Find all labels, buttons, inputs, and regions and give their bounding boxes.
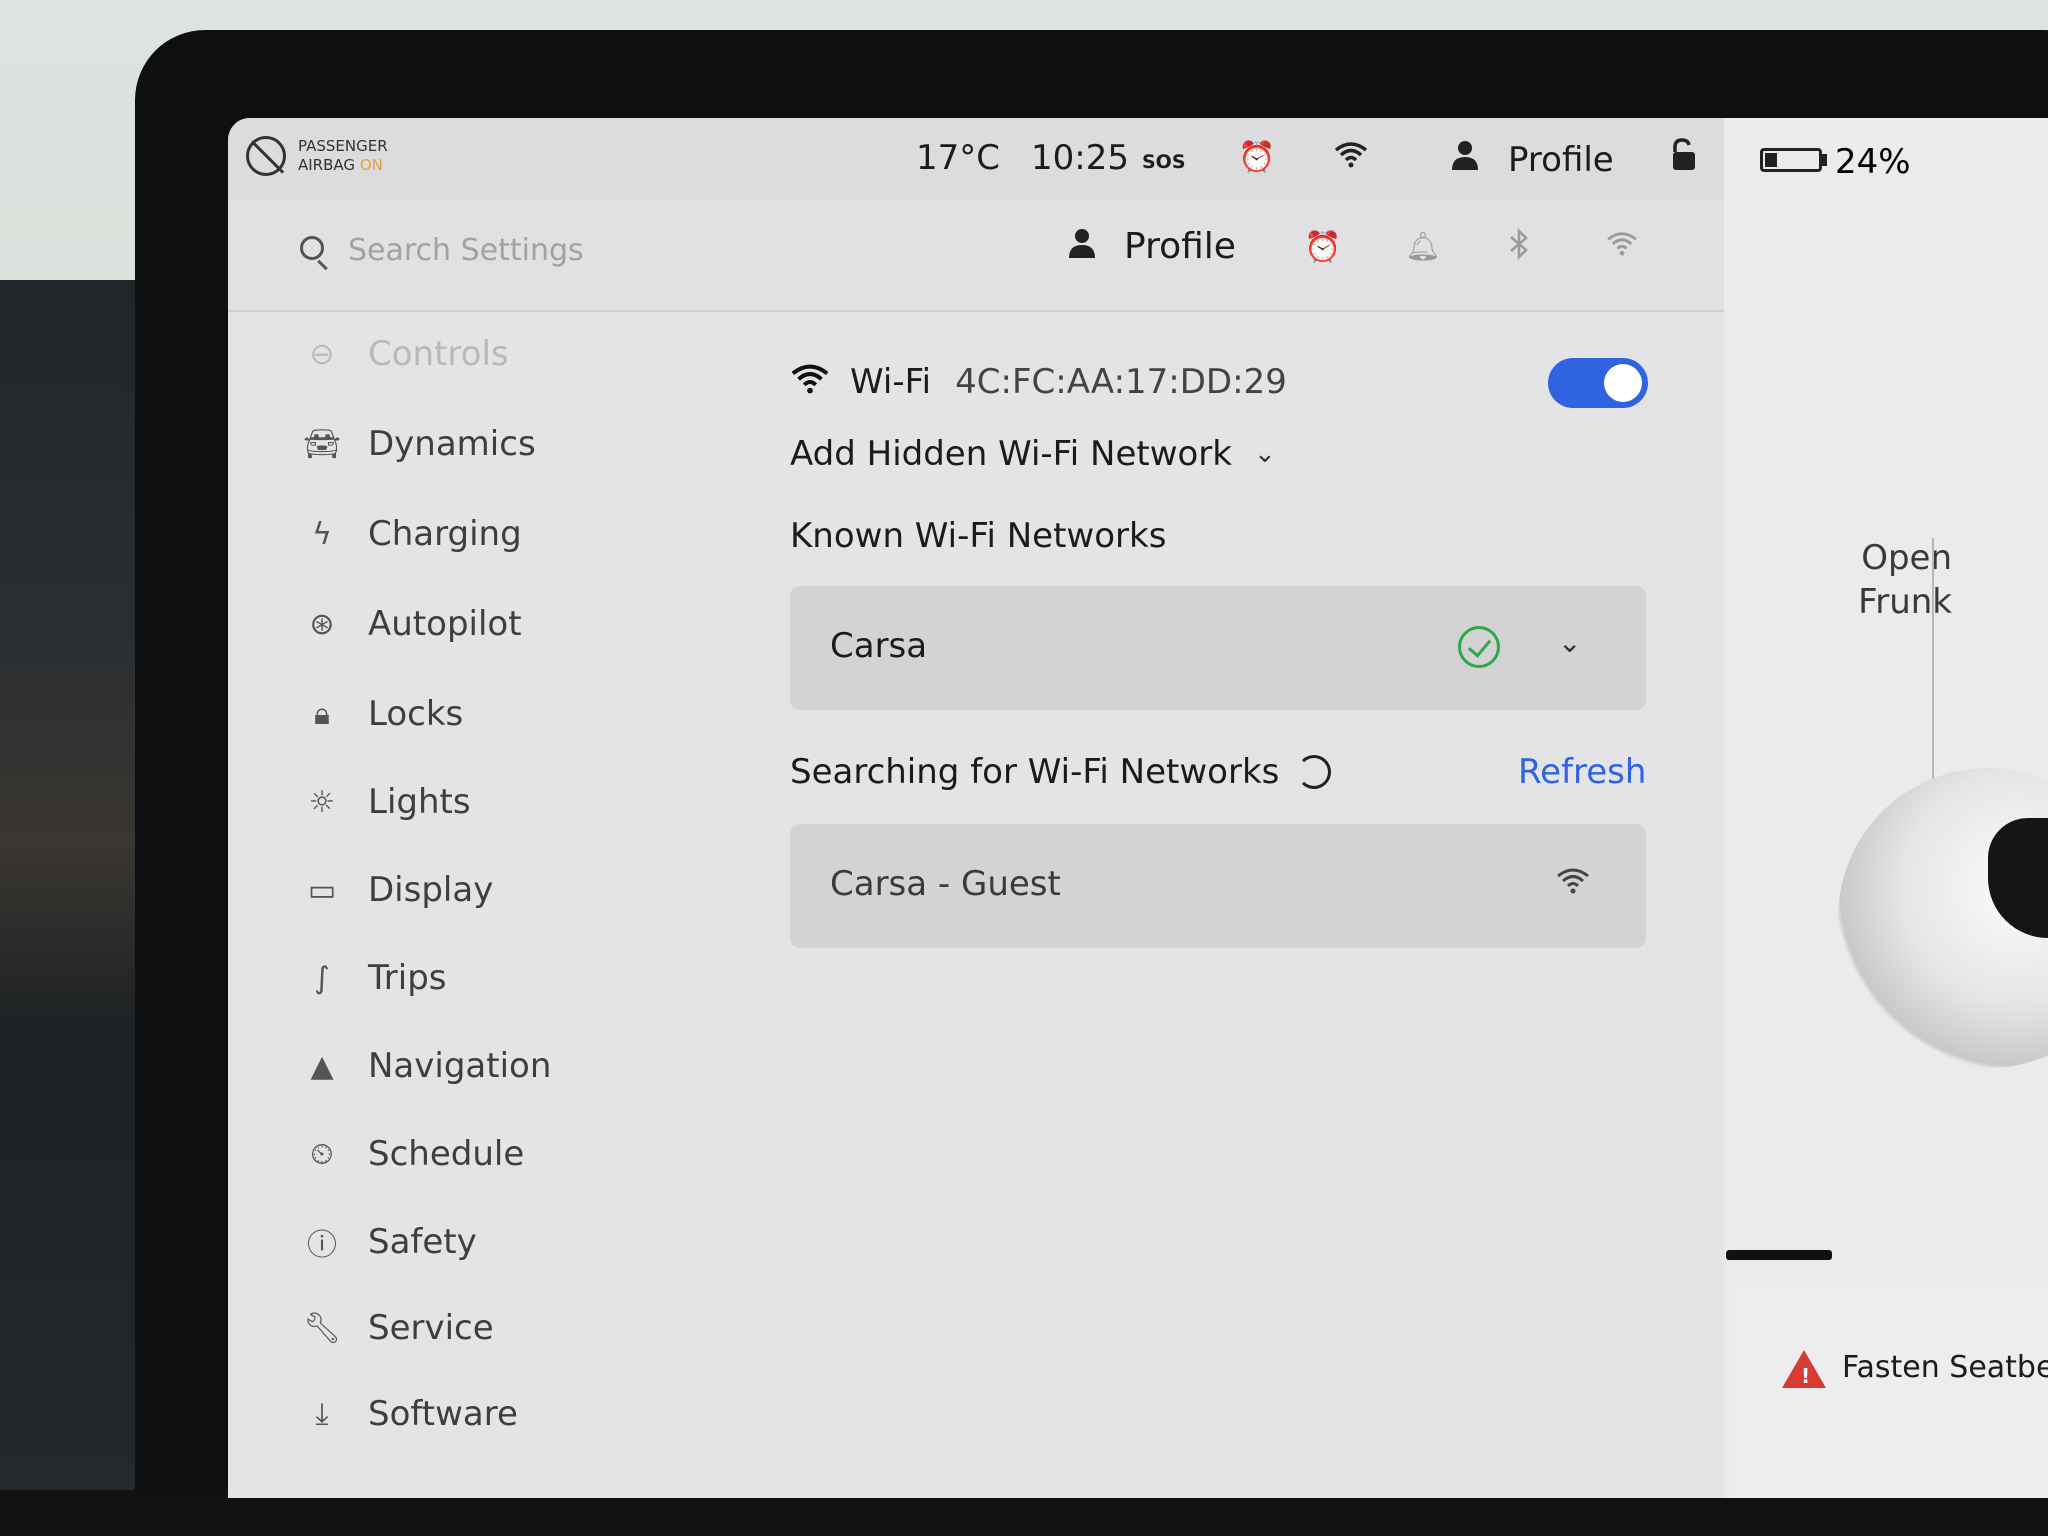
- temperature: 17°C: [916, 138, 1001, 178]
- toggle-knob: [1604, 364, 1642, 402]
- battery-terminal: [1822, 154, 1827, 166]
- sidebar-item-controls[interactable]: ⊖ Controls: [300, 324, 509, 384]
- unlocked-icon[interactable]: [1670, 138, 1698, 180]
- sidebar-item-label: Trips: [368, 958, 447, 998]
- sos-button[interactable]: SOS: [1142, 151, 1186, 173]
- alarm-clock-icon: ⏲: [310, 1136, 334, 1172]
- sidebar-item-locks[interactable]: 🔒︎ Locks: [300, 684, 463, 744]
- sidebar-item-label: Display: [368, 870, 494, 910]
- navigation-arrow-icon: ▲: [310, 1048, 334, 1084]
- lock-icon: 🔒︎: [314, 696, 330, 732]
- trips-icon: ∫: [314, 960, 330, 996]
- steering-wheel-icon: ⊛: [309, 606, 335, 642]
- sidebar-item-label: Software: [368, 1394, 518, 1434]
- airbag-off-icon: [246, 136, 286, 176]
- sidebar-item-trips[interactable]: ∫ Trips: [300, 948, 447, 1008]
- sidebar-item-label: Safety: [368, 1222, 477, 1262]
- sidebar-item-label: Controls: [368, 334, 509, 374]
- airbag-label-line1: PASSENGER: [298, 137, 388, 155]
- search-settings-input[interactable]: [348, 228, 848, 272]
- download-icon: ⤓: [315, 1396, 329, 1432]
- sidebar-item-dynamics[interactable]: 🚘︎ Dynamics: [300, 414, 536, 474]
- seatbelt-alert: ! Fasten Seatbelt: [1730, 1284, 2048, 1498]
- sidebar-item-safety[interactable]: ⓘ Safety: [300, 1212, 477, 1272]
- battery-icon: [1760, 148, 1822, 172]
- sidebar-item-label: Lights: [368, 782, 471, 822]
- warning-exclamation: !: [1801, 1364, 1811, 1388]
- page-indicator: [1726, 1250, 1832, 1260]
- frunk-label: Frunk: [1858, 582, 1952, 622]
- alarm-clock-icon[interactable]: ⏰: [1238, 140, 1275, 175]
- sidebar-item-service[interactable]: 🔧︎ Service: [300, 1298, 494, 1358]
- wifi-icon[interactable]: [1606, 230, 1638, 263]
- settings-header: Profile ⏰ 🔔︎: [228, 200, 1724, 312]
- chevron-down-icon[interactable]: ⌄: [1558, 626, 1581, 659]
- network-name: Carsa - Guest: [830, 864, 1061, 904]
- battery-percentage: 24%: [1835, 142, 1911, 182]
- wifi-mac-address: 4C:FC:AA:17:DD:29: [955, 362, 1287, 402]
- wifi-icon: [790, 362, 838, 403]
- car-icon: 🚘︎: [302, 426, 342, 462]
- sidebar-item-software[interactable]: ⤓ Software: [300, 1384, 518, 1444]
- add-hidden-network-button[interactable]: Add Hidden Wi-Fi Network ⌄: [790, 434, 1276, 474]
- sidebar-item-label: Locks: [368, 694, 464, 734]
- toggle-icon: ⊖: [309, 336, 335, 372]
- airbag-state: ON: [359, 156, 383, 174]
- airbag-label-line2: AIRBAG: [298, 156, 356, 174]
- sidebar-item-autopilot[interactable]: ⊛ Autopilot: [300, 594, 522, 654]
- search-icon: [300, 236, 324, 260]
- sidebar-item-charging[interactable]: ϟ Charging: [300, 504, 522, 564]
- sidebar-item-label: Autopilot: [368, 604, 522, 644]
- connected-check-icon: [1458, 626, 1500, 668]
- open-label: Open: [1861, 538, 1952, 578]
- wifi-toggle[interactable]: [1548, 358, 1648, 408]
- bolt-icon: ϟ: [312, 516, 332, 552]
- sidebar-item-label: Service: [368, 1308, 494, 1348]
- clock: 10:25: [1031, 138, 1129, 178]
- network-name: Carsa: [830, 626, 928, 666]
- sidebar-item-schedule[interactable]: ⏲ Schedule: [300, 1124, 524, 1184]
- settings-sidebar: ⊖ Controls 🚘︎ Dynamics ϟ Charging ⊛ Auto…: [228, 314, 748, 1498]
- sidebar-item-navigation[interactable]: ▲ Navigation: [300, 1036, 551, 1096]
- refresh-button[interactable]: Refresh: [1518, 752, 1646, 792]
- battery-level-fill: [1765, 153, 1777, 167]
- touchscreen: PASSENGER AIRBAG ON 17°C 10:25 SOS ⏰ Pro…: [228, 118, 2048, 1498]
- status-profile-button[interactable]: Profile: [1508, 140, 1614, 180]
- profile-icon[interactable]: [1068, 228, 1096, 266]
- seatbelt-alert-text: Fasten Seatbelt: [1842, 1350, 2048, 1385]
- sun-icon: ☼: [308, 784, 336, 820]
- dashboard-edge: [0, 280, 150, 1536]
- open-frunk-button[interactable]: Open Frunk: [1812, 536, 1952, 624]
- searching-label: Searching for Wi-Fi Networks: [790, 752, 1280, 792]
- sidebar-item-lights[interactable]: ☼ Lights: [300, 772, 471, 832]
- known-network-item[interactable]: Carsa ⌄: [790, 586, 1646, 710]
- loading-spinner-icon: [1297, 755, 1332, 789]
- safety-icon: ⓘ: [307, 1228, 337, 1263]
- chevron-down-icon: ⌄: [1253, 439, 1276, 469]
- sidebar-item-label: Navigation: [368, 1046, 552, 1086]
- sidebar-item-display[interactable]: ▭ Display: [300, 860, 494, 920]
- add-hidden-network-label: Add Hidden Wi-Fi Network: [790, 434, 1232, 474]
- profile-icon[interactable]: [1451, 140, 1479, 178]
- bell-icon[interactable]: 🔔︎: [1405, 230, 1441, 263]
- sidebar-item-label: Charging: [368, 514, 522, 554]
- wrench-icon: 🔧︎: [302, 1310, 342, 1346]
- profile-button[interactable]: Profile: [1124, 226, 1236, 267]
- passenger-airbag-indicator: PASSENGER AIRBAG ON: [246, 136, 388, 176]
- searching-heading: Searching for Wi-Fi Networks: [790, 752, 1332, 792]
- sidebar-item-label: Dynamics: [368, 424, 536, 464]
- bluetooth-icon[interactable]: [1508, 227, 1530, 268]
- alarm-clock-icon[interactable]: ⏰: [1304, 230, 1341, 265]
- wifi-title: Wi-Fi: [850, 362, 932, 402]
- display-icon: ▭: [307, 872, 337, 908]
- wifi-signal-icon: [1556, 866, 1590, 902]
- known-networks-heading: Known Wi-Fi Networks: [790, 516, 1167, 556]
- sidebar-item-label: Schedule: [368, 1134, 525, 1174]
- available-network-item[interactable]: Carsa - Guest: [790, 824, 1646, 948]
- wifi-status-icon: [1334, 140, 1368, 176]
- wifi-header: Wi-Fi 4C:FC:AA:17:DD:29: [790, 352, 1678, 412]
